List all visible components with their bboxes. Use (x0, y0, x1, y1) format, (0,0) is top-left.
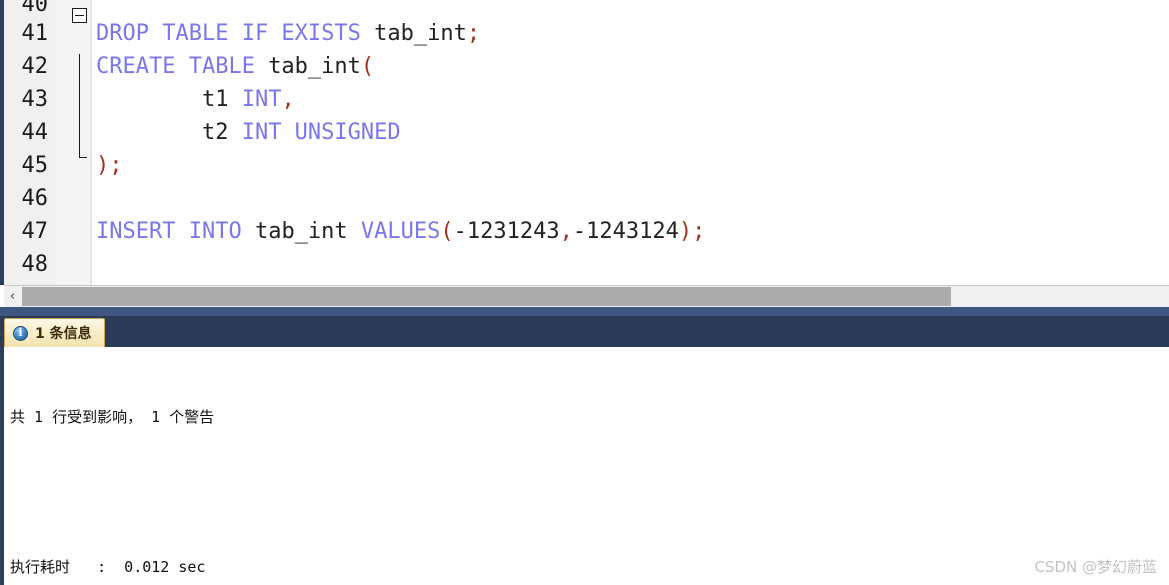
line-number: 48 (21, 252, 49, 277)
token-num: -1243124 (572, 219, 679, 244)
line-number: 45 (21, 153, 49, 178)
token-id: tab_int (254, 219, 361, 244)
code-lines[interactable]: 40 41 DROP TABLE IF EXISTS tab_int; 42 CREAT… (4, 0, 1169, 281)
code-line[interactable]: 44 t2 INT UNSIGNED (4, 116, 1169, 149)
scroll-left-arrow-icon[interactable]: ‹ (4, 286, 21, 307)
line-number: 46 (21, 186, 49, 211)
sql-editor-pane[interactable]: 40 41 DROP TABLE IF EXISTS tab_int; 42 CREAT… (0, 0, 1169, 285)
timing-query: 执行耗时 : 0.012 sec (10, 558, 206, 576)
code-text: ); (96, 149, 123, 182)
code-text: t1 INT, (96, 83, 295, 116)
token-id: tab_int (268, 54, 361, 79)
editor-horizontal-scrollbar[interactable]: ‹ (4, 285, 1169, 307)
code-text: CREATE TABLE tab_int( (96, 50, 374, 83)
code-text: DROP TABLE IF EXISTS tab_int; (96, 17, 480, 50)
line-number: 40 (21, 0, 49, 17)
line-number: 47 (21, 219, 49, 244)
fold-range-line (79, 54, 80, 158)
line-number: 43 (21, 87, 49, 112)
results-tabbar: 1 条信息 (0, 316, 1169, 347)
code-text: t2 INT UNSIGNED (96, 116, 401, 149)
token-id: t1 (96, 87, 242, 112)
fold-range-end (79, 157, 87, 158)
token-kw: INT UNSIGNED (241, 120, 401, 145)
token-kw: INT (241, 87, 282, 112)
code-line[interactable]: 41 DROP TABLE IF EXISTS tab_int; (4, 17, 1169, 50)
token-punc: ); (96, 153, 123, 178)
pane-splitter[interactable] (0, 307, 1169, 316)
token-id: tab_int (374, 21, 467, 46)
line-number: 42 (21, 54, 49, 79)
tab-messages-label: 1 条信息 (35, 326, 92, 342)
messages-pane[interactable]: 共 1 行受到影响， 1 个警告 执行耗时 : 0.012 sec 传送时间 :… (0, 347, 1169, 585)
code-line[interactable]: 40 (4, 0, 1169, 17)
token-punc: , (281, 87, 295, 112)
line-number: 44 (21, 120, 49, 145)
token-punc: , (559, 219, 573, 244)
code-line[interactable]: 46 (4, 182, 1169, 215)
token-num: -1231243 (453, 219, 560, 244)
token-kw: DROP TABLE IF EXISTS (96, 21, 375, 46)
token-punc: ( (360, 54, 375, 79)
sql-client-window: 40 41 DROP TABLE IF EXISTS tab_int; 42 CREAT… (0, 0, 1169, 585)
token-punc: ); (678, 219, 706, 244)
code-text: INSERT INTO tab_int VALUES(-1231243,-124… (96, 215, 705, 248)
scrollbar-thumb[interactable] (22, 287, 951, 306)
tab-messages[interactable]: 1 条信息 (4, 318, 105, 347)
token-kw: VALUES (360, 219, 441, 244)
token-id: t2 (96, 120, 242, 145)
affected-rows-summary: 共 1 行受到影响， 1 个警告 (10, 408, 215, 426)
token-kw: CREATE TABLE (96, 54, 269, 79)
token-punc: ( (440, 219, 454, 244)
line-number: 41 (21, 21, 49, 46)
token-punc: ; (466, 21, 481, 46)
code-line[interactable]: 47 INSERT INTO tab_int VALUES(-1231243,-1… (4, 215, 1169, 248)
token-kw: INSERT INTO (96, 219, 255, 244)
fold-collapse-icon[interactable] (72, 8, 87, 23)
code-line[interactable]: 43 t1 INT, (4, 83, 1169, 116)
code-line[interactable]: 45); (4, 149, 1169, 182)
messages-text: 共 1 行受到影响， 1 个警告 执行耗时 : 0.012 sec 传送时间 :… (10, 355, 398, 585)
code-line[interactable]: 42 CREATE TABLE tab_int( (4, 50, 1169, 83)
code-line[interactable]: 48 (4, 248, 1169, 281)
csdn-watermark: CSDN @梦幻蔚蓝 (1034, 558, 1157, 576)
info-icon (13, 325, 28, 341)
